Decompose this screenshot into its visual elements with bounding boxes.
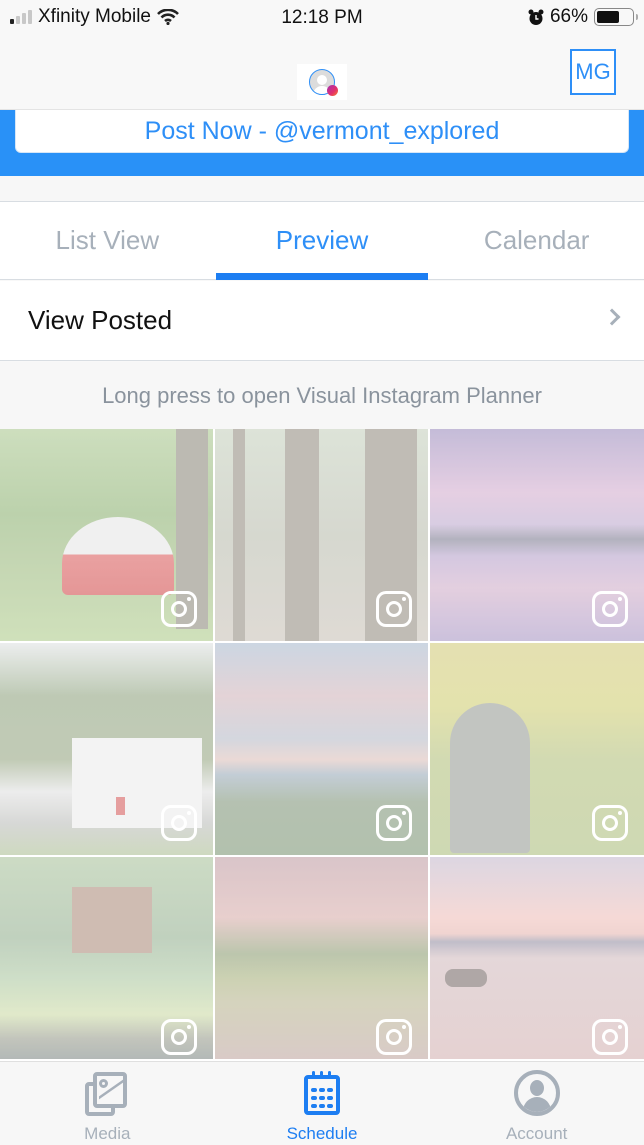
calendar-icon [298,1070,346,1118]
tab-list-view[interactable]: List View [0,202,215,279]
instagram-icon [161,805,197,841]
instagram-icon [376,805,412,841]
section-spacer [0,176,644,202]
status-bar: Xfinity Mobile 12:18 PM 66% [0,0,644,36]
bottom-tab-bar: Media Schedule Account [0,1061,644,1145]
tab-bar-label: Account [505,1124,568,1143]
instagram-badge-icon [327,85,338,96]
tab-preview[interactable]: Preview [215,202,430,280]
battery-level [597,11,620,23]
instagram-icon [376,1019,412,1055]
account-switcher[interactable] [297,64,347,100]
media-icon [83,1070,131,1118]
instagram-icon [376,591,412,627]
tab-calendar[interactable]: Calendar [429,202,644,279]
view-posted-label: View Posted [28,305,173,335]
planner-hint: Long press to open Visual Instagram Plan… [0,362,644,429]
instagram-icon [161,1019,197,1055]
grid-tile[interactable] [215,643,428,855]
tab-bar-label: Schedule [286,1124,358,1143]
post-now-banner: Post Now - @vermont_explored [0,110,644,176]
grid-tile[interactable] [0,429,213,641]
grid-tile[interactable] [0,643,213,855]
app-header: MG [0,36,644,110]
user-initials-button[interactable]: MG [570,49,616,95]
instagram-icon [592,591,628,627]
instagram-icon [161,591,197,627]
battery-percent: 66% [549,6,588,27]
preview-grid [0,429,644,1061]
instagram-icon [592,805,628,841]
grid-tile[interactable] [215,429,428,641]
tab-bar-schedule[interactable]: Schedule [215,1062,430,1145]
tab-bar-label: Media [84,1124,131,1143]
chevron-right-icon [603,308,621,326]
grid-tile[interactable] [430,429,644,641]
grid-tile[interactable] [430,643,644,855]
grid-tile[interactable] [430,857,644,1059]
account-icon [513,1070,561,1118]
battery-icon [594,8,638,26]
alarm-icon [528,9,544,25]
view-posted-row[interactable]: View Posted [0,281,644,361]
status-right: 66% [528,6,638,28]
tab-bar-account[interactable]: Account [429,1062,644,1145]
grid-tile[interactable] [215,857,428,1059]
instagram-icon [592,1019,628,1055]
post-now-button[interactable]: Post Now - @vermont_explored [15,110,629,153]
view-tabs: List View Preview Calendar [0,202,644,280]
grid-tile[interactable] [0,857,213,1059]
tab-bar-media[interactable]: Media [0,1062,215,1145]
